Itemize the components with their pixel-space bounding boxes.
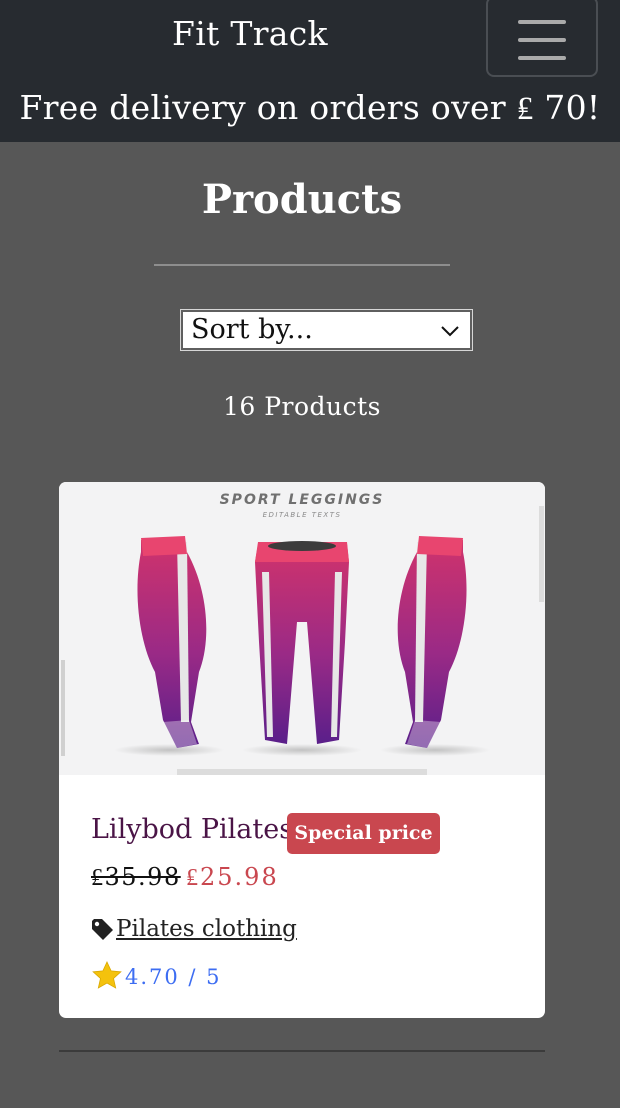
divider — [154, 264, 450, 266]
image-scrollbar-vertical[interactable] — [539, 506, 544, 602]
product-count: 16 Products — [222, 392, 382, 421]
product-name[interactable]: Lilybod Pilates — [91, 814, 293, 845]
page-title: Products — [201, 176, 403, 223]
old-price: ₤35.98 — [91, 863, 181, 891]
navbar: Fit Track Free delivery on orders over ₤… — [0, 0, 620, 142]
product-card[interactable]: SPORT LEGGINGS EDITABLE TEXTS Lilybod Pi… — [59, 482, 545, 1018]
special-price-badge: Special price — [287, 813, 440, 854]
promo-banner: Free delivery on orders over ₤ 70! — [19, 88, 601, 127]
leggings-illustration — [114, 536, 490, 756]
brand-logo[interactable]: Fit Track — [172, 14, 328, 53]
hamburger-icon — [518, 20, 566, 24]
rating-value: 4.70 / 5 — [125, 965, 222, 989]
sort-selected-value: Sort by... — [191, 314, 313, 345]
chevron-down-icon — [441, 326, 459, 337]
category-link[interactable]: Pilates clothing — [116, 916, 297, 942]
product-image[interactable]: SPORT LEGGINGS EDITABLE TEXTS — [59, 482, 545, 775]
star-icon — [92, 961, 122, 989]
menu-toggle-button[interactable] — [486, 0, 598, 77]
sort-select[interactable]: Sort by... — [180, 309, 473, 351]
divider — [59, 1050, 545, 1052]
image-scrollbar-left[interactable] — [61, 660, 65, 756]
image-scrollbar-horizontal[interactable] — [177, 769, 427, 775]
sale-price: ₤25.98 — [186, 863, 279, 891]
tag-icon — [92, 919, 113, 940]
